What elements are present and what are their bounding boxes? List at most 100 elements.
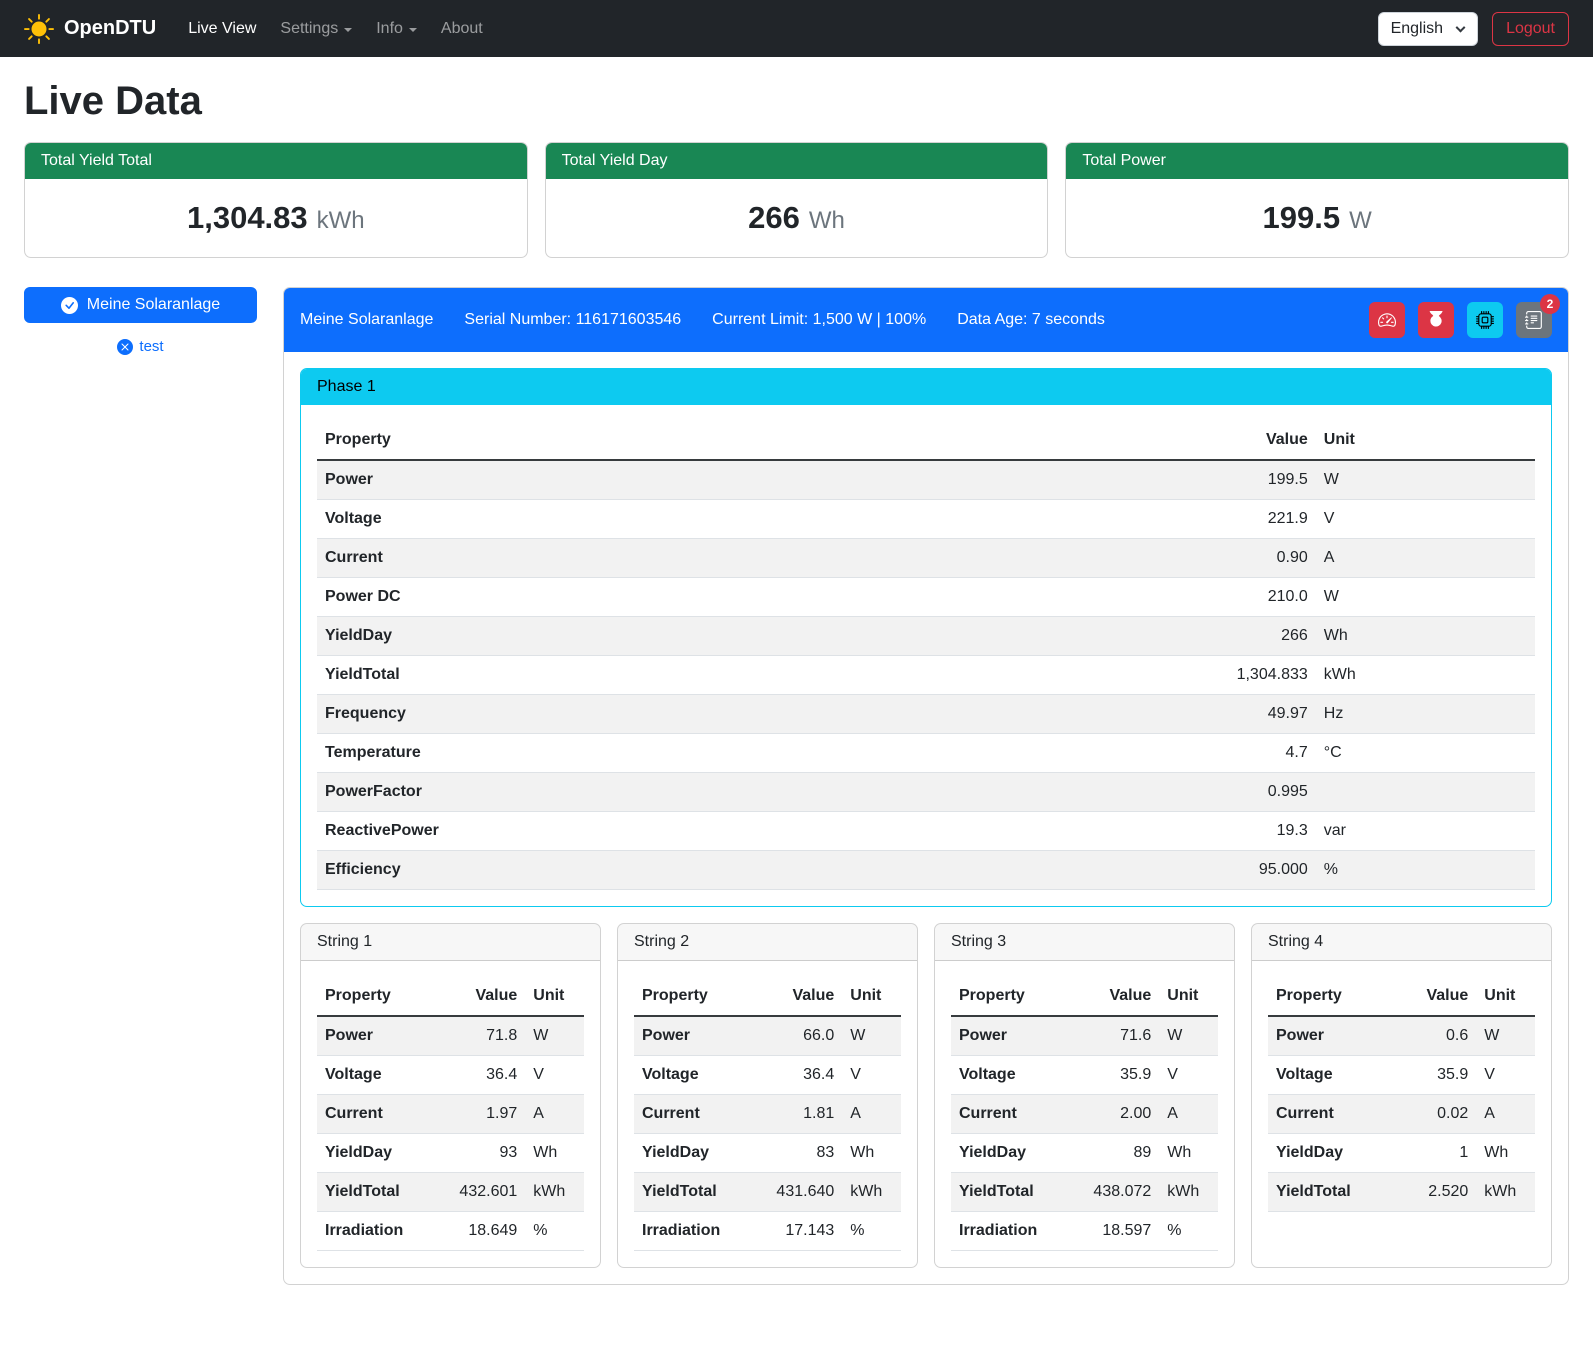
value-cell: 1,304.833 <box>1011 656 1316 695</box>
value-cell: 36.4 <box>440 1056 525 1095</box>
unit-cell: Wh <box>1159 1134 1218 1173</box>
value-cell: 95.000 <box>1011 851 1316 890</box>
unit-cell: % <box>525 1212 584 1251</box>
phase-body: Property Value Unit Power199.5WVoltage22… <box>301 405 1551 906</box>
unit-cell: Wh <box>1316 617 1535 656</box>
unit-cell: A <box>1476 1095 1535 1134</box>
value-cell: 83 <box>757 1134 842 1173</box>
property-cell: Temperature <box>317 734 1011 773</box>
property-cell: Irradiation <box>634 1212 757 1251</box>
unit-header: Unit <box>1476 977 1535 1016</box>
table-row: YieldTotal431.640kWh <box>634 1173 901 1212</box>
table-row: Current1.81A <box>634 1095 901 1134</box>
property-cell: Power <box>317 460 1011 500</box>
chevron-down-icon <box>409 28 417 32</box>
table-row: PowerFactor0.995 <box>317 773 1535 812</box>
string-body: Property Value Unit Power71.6WVoltage35.… <box>935 961 1234 1267</box>
unit-cell: % <box>842 1212 901 1251</box>
inverter-limit: Current Limit: 1,500 W | 100% <box>712 311 926 329</box>
table-row: Irradiation18.597% <box>951 1212 1218 1251</box>
nav-live-view[interactable]: Live View <box>188 12 256 46</box>
property-cell: YieldDay <box>1268 1134 1391 1173</box>
unit-cell: V <box>1476 1056 1535 1095</box>
property-cell: ReactivePower <box>317 812 1011 851</box>
table-row: Current0.02A <box>1268 1095 1535 1134</box>
table-row: Voltage36.4V <box>317 1056 584 1095</box>
unit-cell: kWh <box>1159 1173 1218 1212</box>
device-info-button[interactable] <box>1467 302 1503 338</box>
property-cell: YieldDay <box>634 1134 757 1173</box>
x-circle-icon <box>117 339 133 355</box>
property-cell: PowerFactor <box>317 773 1011 812</box>
table-row: Efficiency95.000% <box>317 851 1535 890</box>
card-value-area: 266Wh <box>546 179 1048 257</box>
table-row: YieldTotal438.072kWh <box>951 1173 1218 1212</box>
unit-cell: W <box>525 1016 584 1056</box>
value-cell: 18.649 <box>440 1212 525 1251</box>
value-header: Value <box>440 977 525 1016</box>
value-cell: 35.9 <box>1074 1056 1159 1095</box>
table-header-row: Property Value Unit <box>951 977 1218 1016</box>
property-cell: YieldTotal <box>951 1173 1074 1212</box>
property-cell: YieldTotal <box>317 1173 440 1212</box>
navbar-right: English Logout <box>1378 12 1569 46</box>
unit-cell: °C <box>1316 734 1535 773</box>
value-cell: 35.9 <box>1391 1056 1476 1095</box>
property-cell: Efficiency <box>317 851 1011 890</box>
inverter-name: Meine Solaranlage <box>300 311 433 329</box>
unit-header: Unit <box>525 977 584 1016</box>
table-row: YieldDay89Wh <box>951 1134 1218 1173</box>
unit-cell: kWh <box>1316 656 1535 695</box>
event-log-button[interactable]: 2 <box>1516 302 1552 338</box>
nav-settings[interactable]: Settings <box>280 12 352 46</box>
sidebar-item-test[interactable]: test <box>24 338 257 355</box>
unit-cell: W <box>1316 578 1535 617</box>
property-cell: Current <box>1268 1095 1391 1134</box>
property-cell: Power <box>634 1016 757 1056</box>
value-cell: 36.4 <box>757 1056 842 1095</box>
language-select[interactable]: English <box>1378 12 1478 46</box>
table-row: Voltage221.9V <box>317 500 1535 539</box>
sidebar-item-label: Meine Solaranlage <box>87 296 220 314</box>
total-yield-day-value: 266 <box>748 200 800 235</box>
total-yield-day-card: Total Yield Day 266Wh <box>545 142 1049 258</box>
table-row: Power0.6W <box>1268 1016 1535 1056</box>
unit-cell: Wh <box>525 1134 584 1173</box>
value-cell: 71.8 <box>440 1016 525 1056</box>
value-cell: 438.072 <box>1074 1173 1159 1212</box>
power-button[interactable] <box>1418 302 1454 338</box>
unit-cell: W <box>1316 460 1535 500</box>
nav-about[interactable]: About <box>441 12 483 46</box>
string-1-table: Property Value Unit Power71.8WVoltage36.… <box>317 977 584 1251</box>
string-title: String 3 <box>935 924 1234 961</box>
string-2-card: String 2 Property Value Unit <box>617 923 918 1268</box>
table-row: Current0.90A <box>317 539 1535 578</box>
property-cell: Irradiation <box>951 1212 1074 1251</box>
property-cell: Current <box>317 1095 440 1134</box>
table-header-row: Property Value Unit <box>634 977 901 1016</box>
property-cell: Power <box>951 1016 1074 1056</box>
brand[interactable]: OpenDTU <box>24 14 156 44</box>
string-body: Property Value Unit Power66.0WVoltage36.… <box>618 961 917 1267</box>
unit-cell: % <box>1159 1212 1218 1251</box>
table-header-row: Property Value Unit <box>317 977 584 1016</box>
value-cell: 432.601 <box>440 1173 525 1212</box>
table-row: Voltage35.9V <box>951 1056 1218 1095</box>
table-row: YieldTotal2.520kWh <box>1268 1173 1535 1212</box>
power-icon <box>1427 311 1445 329</box>
string-title: String 2 <box>618 924 917 961</box>
limit-settings-button[interactable] <box>1369 302 1405 338</box>
value-cell: 2.00 <box>1074 1095 1159 1134</box>
table-row: Power71.8W <box>317 1016 584 1056</box>
logout-button[interactable]: Logout <box>1492 12 1569 46</box>
property-cell: YieldDay <box>317 1134 440 1173</box>
sidebar-item-meine-solaranlage[interactable]: Meine Solaranlage <box>24 287 257 323</box>
property-header: Property <box>951 977 1074 1016</box>
inverter-serial: Serial Number: 116171603546 <box>464 311 681 329</box>
property-cell: Power <box>317 1016 440 1056</box>
card-value-area: 1,304.83kWh <box>25 179 527 257</box>
value-cell: 66.0 <box>757 1016 842 1056</box>
table-row: Power DC210.0W <box>317 578 1535 617</box>
nav-info[interactable]: Info <box>376 12 417 46</box>
property-cell: Irradiation <box>317 1212 440 1251</box>
